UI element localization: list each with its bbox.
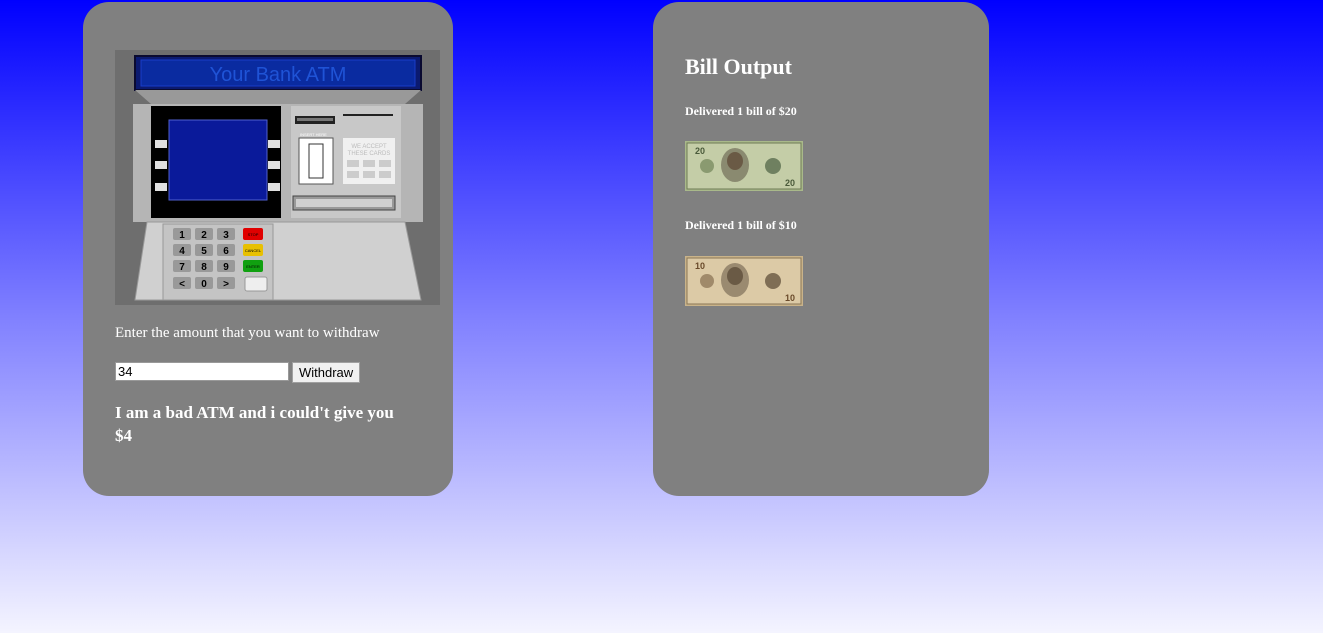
- twenty-dollar-bill-image: 20 20: [685, 141, 803, 191]
- atm-marquee-text: Your Bank ATM: [210, 64, 347, 86]
- key-5: 5: [201, 246, 207, 257]
- bill-denomination-tl-2: 10: [695, 261, 705, 271]
- atm-illustration: Your Bank ATM INSERT HERE WE ACCEPT THES…: [115, 50, 440, 305]
- key-4: 4: [179, 246, 185, 257]
- bill-denomination-tl: 20: [695, 146, 705, 156]
- key-6: 6: [223, 246, 229, 257]
- insert-label: INSERT HERE: [300, 132, 327, 137]
- key-0: 0: [201, 279, 207, 290]
- key-9: 9: [223, 262, 229, 273]
- key-1: 1: [179, 230, 185, 241]
- key-forward: >: [223, 279, 229, 290]
- key-7: 7: [179, 262, 185, 273]
- bill-message-2: Delivered 1 bill of $10: [685, 218, 797, 232]
- amount-input[interactable]: [115, 362, 289, 381]
- result-message: I am a bad ATM and i could't give you $4: [115, 403, 394, 445]
- atm-panel: Your Bank ATM INSERT HERE WE ACCEPT THES…: [83, 2, 453, 496]
- key-2: 2: [201, 230, 207, 241]
- ten-dollar-bill-image: 10 10: [685, 256, 803, 306]
- withdraw-button[interactable]: Withdraw: [292, 362, 361, 383]
- accept-label-1: WE ACCEPT: [351, 144, 387, 150]
- bill-denomination-br-2: 10: [785, 293, 795, 303]
- bill-message-1: Delivered 1 bill of $20: [685, 104, 797, 118]
- key-3: 3: [223, 230, 229, 241]
- accept-label-2: THESE CARDS: [348, 151, 391, 157]
- key-8: 8: [201, 262, 207, 273]
- bill-denomination-br: 20: [785, 178, 795, 188]
- withdraw-prompt: Enter the amount that you want to withdr…: [115, 325, 380, 341]
- key-stop: STOP: [248, 232, 259, 237]
- key-cancel: CANCEL: [245, 248, 262, 253]
- key-back: <: [179, 279, 185, 290]
- bill-output-title: Bill Output: [685, 54, 792, 79]
- key-enter: ENTER: [246, 264, 260, 269]
- bill-output-panel: Bill Output Delivered 1 bill of $20 20 2…: [653, 2, 989, 496]
